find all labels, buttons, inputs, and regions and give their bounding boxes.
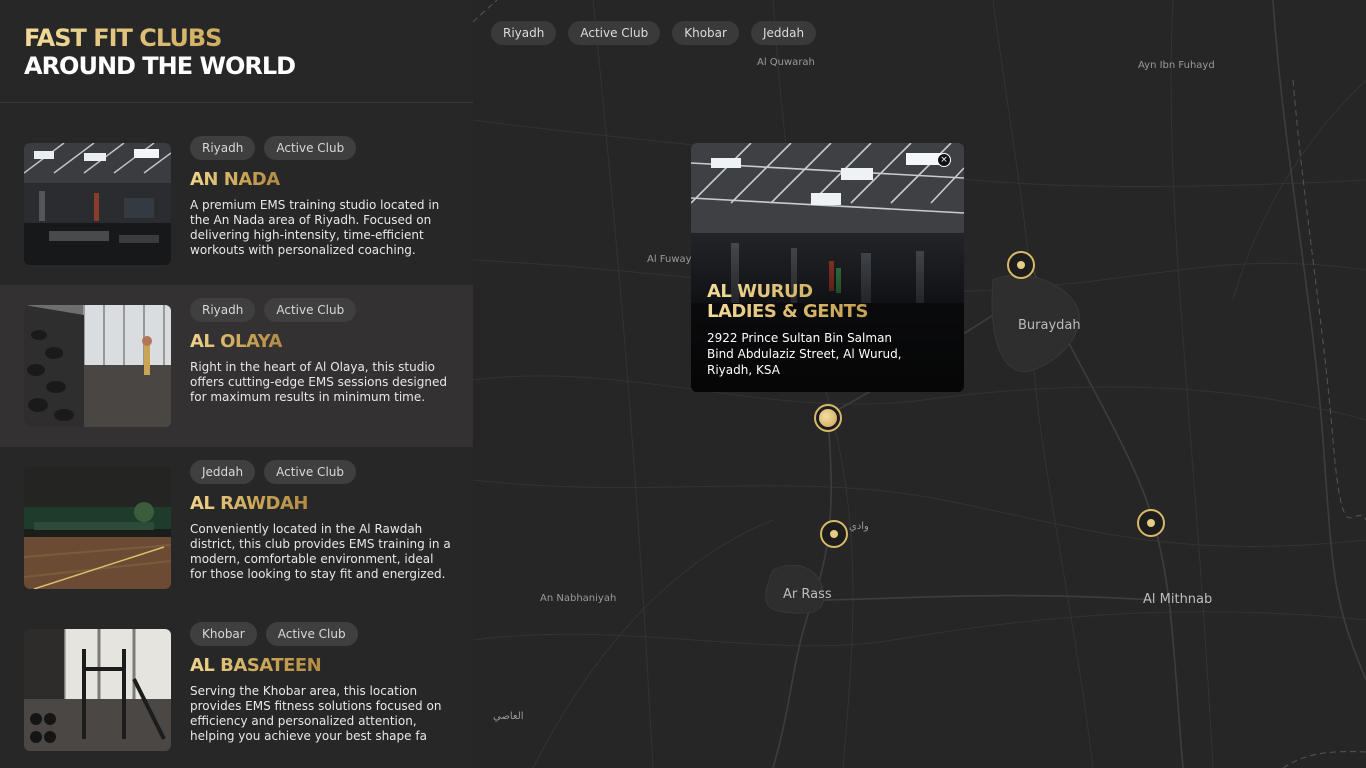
city-tag[interactable]: Riyadh — [190, 298, 256, 322]
city-tag[interactable]: Khobar — [190, 622, 257, 646]
club-name: AL RAWDAH — [190, 493, 308, 514]
place-label: العاصي — [493, 711, 524, 722]
type-tag[interactable]: Active Club — [265, 622, 358, 646]
place-label: Al Mithnab — [1143, 592, 1213, 607]
place-label: An Nabhaniyah — [540, 593, 617, 604]
type-tag[interactable]: Active Club — [264, 136, 357, 160]
popup-title-line2: LADIES & GENTS — [707, 301, 868, 322]
city-tag[interactable]: Jeddah — [190, 460, 256, 484]
place-label: Ayn Ibn Fuhayd — [1138, 60, 1215, 71]
club-marker[interactable] — [1007, 251, 1035, 279]
page-subtitle: AROUND THE WORLD — [24, 52, 296, 80]
city-tag[interactable]: Riyadh — [190, 136, 256, 160]
map-view[interactable]: Riyadh Active Club Khobar Jeddah Al Quwa… — [473, 0, 1366, 768]
map-filters: Riyadh Active Club Khobar Jeddah — [491, 21, 817, 45]
club-description: Right in the heart of Al Olaya, this stu… — [190, 360, 447, 404]
club-card-al-rawdah[interactable]: Jeddah Active Club AL RAWDAH Convenientl… — [0, 447, 473, 609]
club-tags: Khobar Active Club — [190, 622, 358, 646]
filter-riyadh[interactable]: Riyadh — [491, 21, 557, 45]
club-tags: Riyadh Active Club — [190, 298, 357, 322]
club-tags: Jeddah Active Club — [190, 460, 356, 484]
club-marker[interactable] — [820, 520, 848, 548]
club-photo — [24, 467, 171, 589]
popup-title: AL WURUD LADIES & GENTS — [707, 282, 947, 322]
club-tags: Riyadh Active Club — [190, 136, 357, 160]
close-icon[interactable]: × — [937, 153, 951, 167]
place-label: Ar Rass — [783, 587, 832, 602]
type-tag[interactable]: Active Club — [264, 460, 356, 484]
filter-jeddah[interactable]: Jeddah — [750, 21, 817, 45]
club-photo — [24, 143, 171, 265]
filter-active-club[interactable]: Active Club — [568, 21, 661, 45]
club-popup[interactable]: × AL WURUD LADIES & GENTS 2922 Prince Su… — [691, 143, 964, 392]
club-description: A premium EMS training studio located in… — [190, 198, 440, 257]
club-card-al-basateen[interactable]: Khobar Active Club AL BASATEEN Serving t… — [0, 609, 473, 768]
type-tag[interactable]: Active Club — [264, 298, 357, 322]
place-label: Buraydah — [1018, 318, 1081, 333]
club-name: AL OLAYA — [190, 331, 282, 352]
filter-khobar[interactable]: Khobar — [672, 21, 739, 45]
page-title: FAST FIT CLUBS — [24, 24, 449, 52]
club-marker-selected[interactable] — [814, 404, 842, 432]
club-list-panel: FAST FIT CLUBS AROUND THE WORLD Riyadh A… — [0, 0, 473, 768]
club-description: Conveniently located in the Al Rawdah di… — [190, 522, 451, 581]
club-card-al-olaya[interactable]: Riyadh Active Club AL OLAYA Right in the… — [0, 285, 473, 447]
club-photo — [24, 305, 171, 427]
popup-title-line1: AL WURUD — [707, 281, 813, 302]
club-card-an-nada[interactable]: Riyadh Active Club AN NADA A premium EMS… — [0, 123, 473, 285]
place-label: Al Fuway — [647, 254, 692, 265]
club-description: Serving the Khobar area, this location p… — [190, 684, 442, 743]
page-header: FAST FIT CLUBS AROUND THE WORLD — [0, 0, 473, 103]
popup-address: 2922 Prince Sultan Bin Salman Bind Abdul… — [707, 331, 902, 377]
club-name: AL BASATEEN — [190, 655, 322, 676]
club-marker[interactable] — [1137, 509, 1165, 537]
place-label: Al Quwarah — [757, 57, 815, 68]
place-label: وادي — [849, 521, 869, 532]
club-photo — [24, 629, 171, 751]
club-name: AN NADA — [190, 169, 280, 190]
